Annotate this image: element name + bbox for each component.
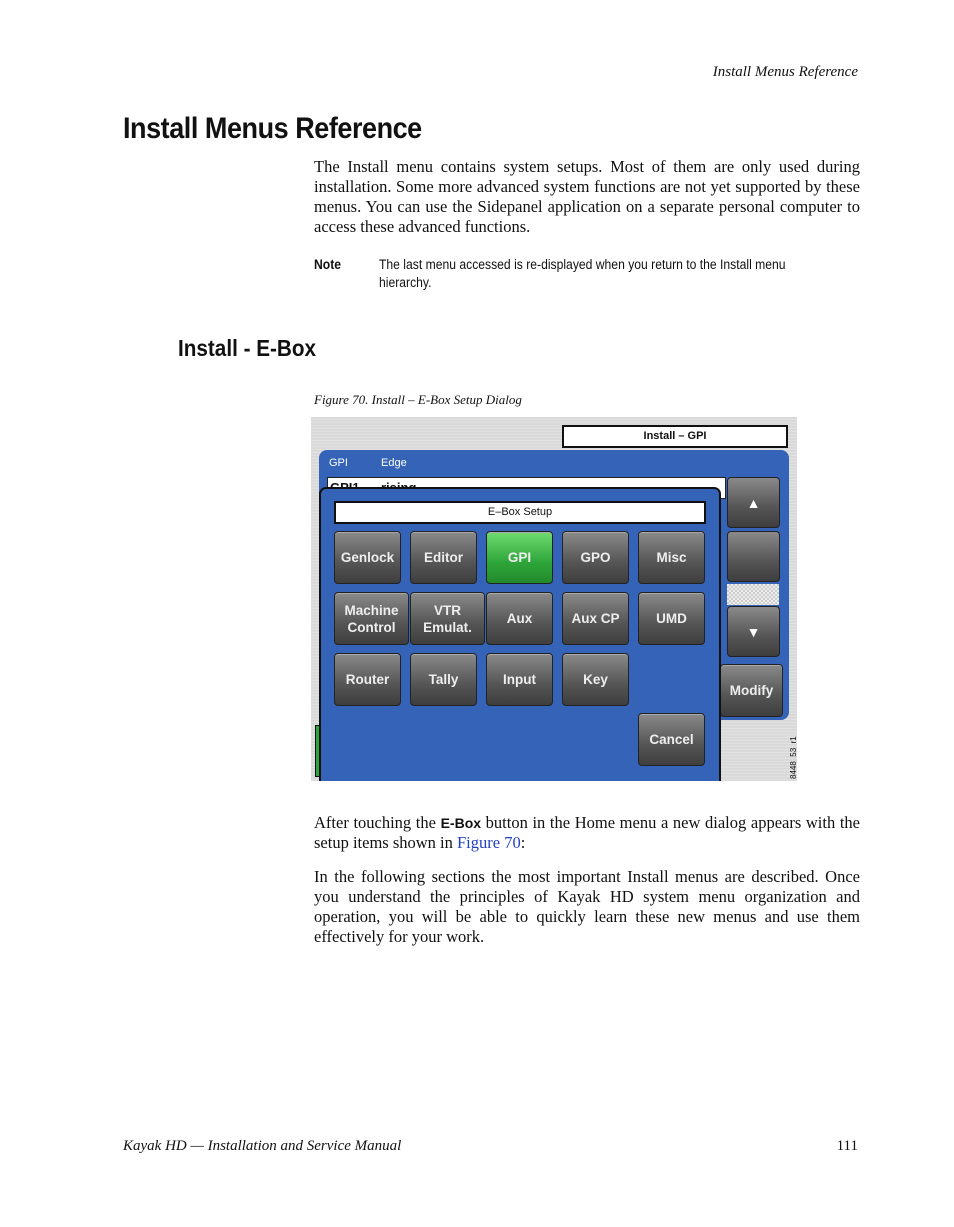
note-text: The last menu accessed is re-displayed w… xyxy=(379,257,786,290)
scrollbar-track[interactable] xyxy=(727,584,779,605)
setup-button-router[interactable]: Router xyxy=(334,653,401,706)
page: Install Menus Reference Install Menus Re… xyxy=(0,0,954,1227)
intro-paragraph: The Install menu contains system setups.… xyxy=(314,157,860,236)
modify-button[interactable]: Modify xyxy=(720,664,783,717)
note-label: Note xyxy=(314,257,341,272)
dialog-title: E–Box Setup xyxy=(334,501,706,524)
ebox-setup-figure: Install – GPI GPI Edge GPI1 rising ▲ ▼ M… xyxy=(311,417,797,781)
scroll-up-button[interactable]: ▲ xyxy=(727,477,780,528)
text: After touching the xyxy=(314,813,441,832)
page-title: Install Menus Reference xyxy=(123,112,422,145)
setup-button-aux[interactable]: Aux xyxy=(486,592,553,645)
scroll-page-button[interactable] xyxy=(727,531,780,582)
section-title: Install - E-Box xyxy=(178,335,317,361)
paragraph-following: In the following sections the most impor… xyxy=(314,867,860,946)
setup-button-gpo[interactable]: GPO xyxy=(562,531,629,584)
setup-button-input[interactable]: Input xyxy=(486,653,553,706)
column-gpi: GPI xyxy=(329,457,348,469)
setup-button-tally[interactable]: Tally xyxy=(410,653,477,706)
setup-button-key[interactable]: Key xyxy=(562,653,629,706)
figure-link[interactable]: Figure 70 xyxy=(457,833,521,852)
background-title: Install – GPI xyxy=(562,425,788,448)
column-edge: Edge xyxy=(381,457,407,469)
page-number: 111 xyxy=(836,1138,858,1154)
setup-button-genlock[interactable]: Genlock xyxy=(334,531,401,584)
setup-button-umd[interactable]: UMD xyxy=(638,592,705,645)
running-header: Install Menus Reference xyxy=(712,64,858,80)
footer-title: Kayak HD — Installation and Service Manu… xyxy=(123,1138,402,1154)
setup-button-aux-cp[interactable]: Aux CP xyxy=(562,592,629,645)
figure-id: 8448_53_r1 xyxy=(789,736,797,779)
setup-button-vtr-emulat-[interactable]: VTR Emulat. xyxy=(410,592,485,645)
setup-button-machine-control[interactable]: Machine Control xyxy=(334,592,409,645)
cancel-button[interactable]: Cancel xyxy=(638,713,705,766)
ebox-term: E-Box xyxy=(440,815,482,831)
paragraph-ebox: After touching the E-Box button in the H… xyxy=(314,813,860,853)
triangle-down-icon: ▼ xyxy=(746,623,761,640)
triangle-up-icon: ▲ xyxy=(746,494,761,511)
figure-caption: Figure 70. Install – E-Box Setup Dialog xyxy=(314,392,522,407)
setup-button-misc[interactable]: Misc xyxy=(638,531,705,584)
scroll-down-button[interactable]: ▼ xyxy=(727,606,780,657)
text: : xyxy=(520,833,526,852)
setup-button-editor[interactable]: Editor xyxy=(410,531,477,584)
setup-button-gpi[interactable]: GPI xyxy=(486,531,553,584)
